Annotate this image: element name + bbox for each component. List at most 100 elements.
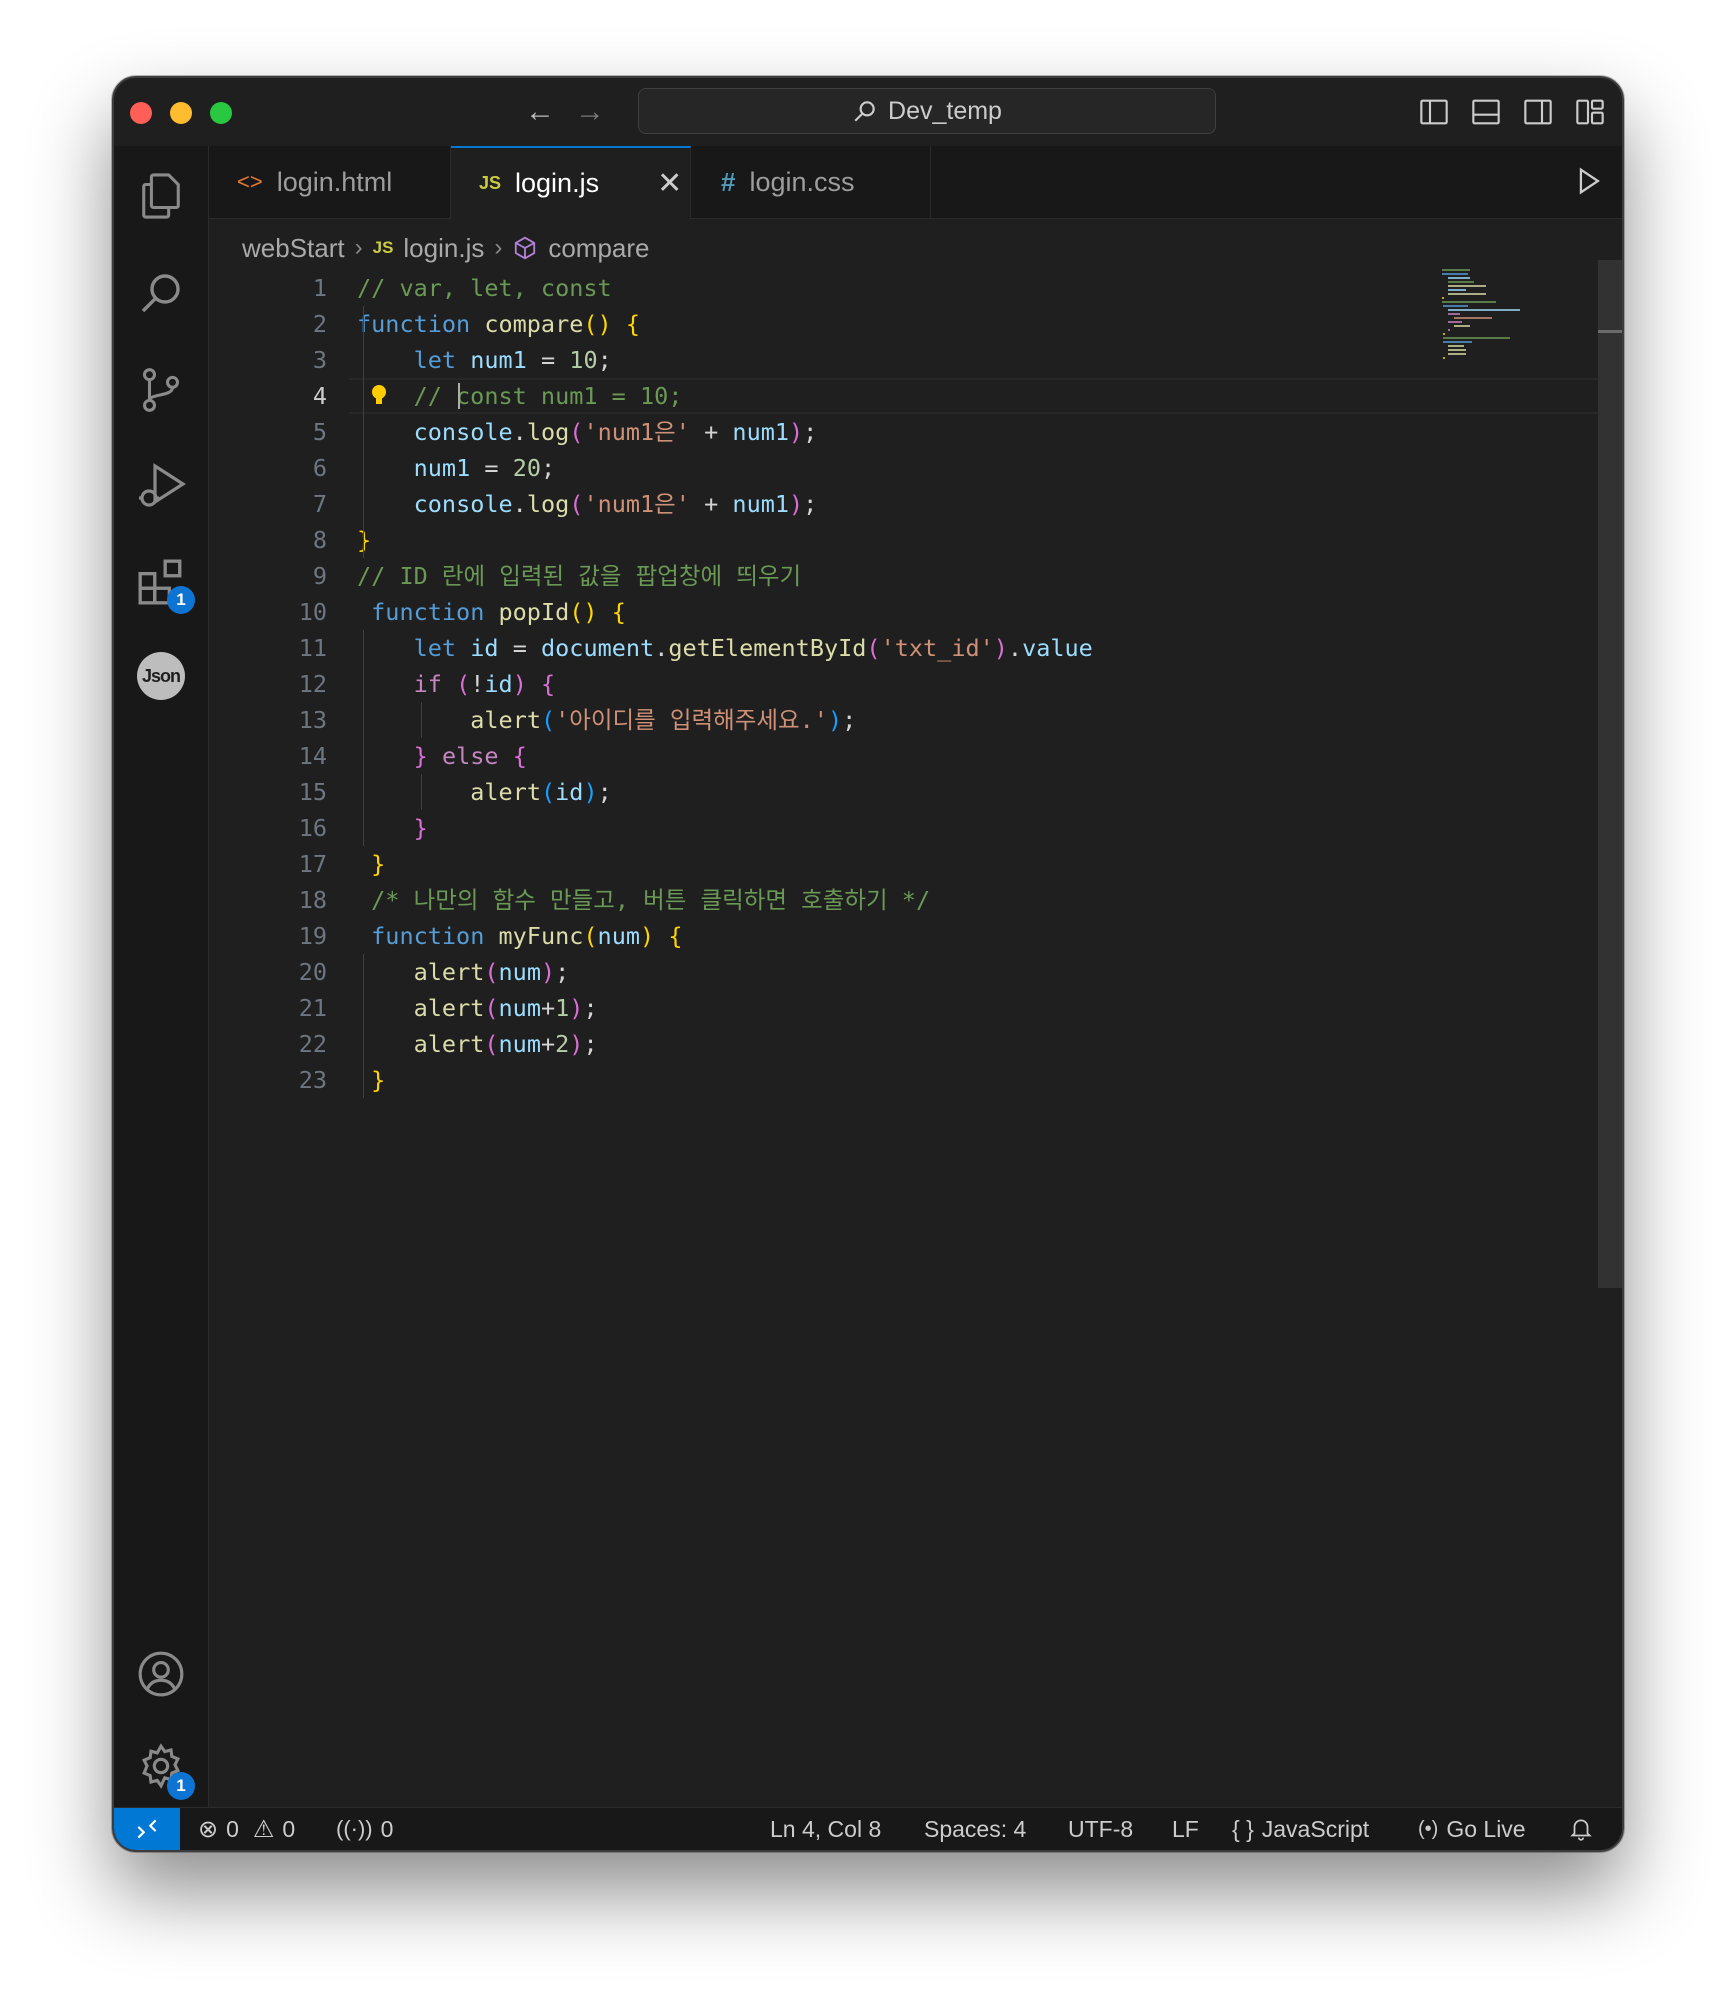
json-icon-label: Json <box>141 665 181 686</box>
run-icon[interactable] <box>1571 164 1605 198</box>
code-line[interactable]: 1 // var, let, const <box>209 270 1269 306</box>
breadcrumb-folder[interactable]: webStart <box>242 233 345 264</box>
go-live-button[interactable]: (•) Go Live <box>1418 1808 1526 1850</box>
broadcast-icon: (•) <box>1418 1817 1439 1840</box>
explorer-button[interactable] <box>133 168 189 224</box>
code-line[interactable]: 5 console.log('num1은' + num1); <box>209 414 1269 450</box>
code-text: function popId() { <box>371 598 626 626</box>
code-text: console.log('num1은' + num1); <box>413 418 818 446</box>
vertical-scrollbar-thumb[interactable] <box>1598 260 1622 1288</box>
end-of-line[interactable]: LF <box>1172 1808 1199 1850</box>
indentation[interactable]: Spaces: 4 <box>924 1808 1026 1850</box>
html-icon: <> <box>237 169 263 194</box>
minimize-window-button[interactable] <box>170 102 192 124</box>
maximize-window-button[interactable] <box>210 102 232 124</box>
code-line[interactable]: 3 let num1 = 10; <box>209 342 1269 378</box>
toggle-panel-icon[interactable] <box>1470 96 1502 128</box>
source-control-icon <box>142 368 180 412</box>
code-line[interactable]: 17 } <box>209 846 1269 882</box>
chevron-right-icon: › <box>494 234 503 261</box>
cursor-position[interactable]: Ln 4, Col 8 <box>770 1808 881 1850</box>
forward-arrow-icon[interactable]: → <box>570 92 610 132</box>
account-icon <box>138 1651 184 1697</box>
split-editor-icon[interactable] <box>1623 164 1624 198</box>
tab-login-css[interactable]: # login.css <box>691 146 931 218</box>
code-line[interactable]: 19 function myFunc(num) { <box>209 918 1269 954</box>
search-icon <box>854 101 875 122</box>
breadcrumb-file[interactable]: login.js <box>403 233 484 264</box>
code-line[interactable]: 18 /* 나만의 함수 만들고, 버튼 클릭하면 호출하기 */ <box>209 882 1269 918</box>
code-line[interactable]: 16 } <box>209 810 1269 846</box>
code-line[interactable]: 11 let id = document.getElementById('txt… <box>209 630 1269 666</box>
lightbulb-icon[interactable] <box>371 384 387 406</box>
code-line[interactable]: 22 alert(num+2); <box>209 1026 1269 1062</box>
line-number: 21 <box>298 994 327 1022</box>
activity-bar: 1 Json 1 <box>114 146 209 1810</box>
code-text: } else { <box>413 742 527 770</box>
line-number: 17 <box>298 850 327 878</box>
tab-login-js[interactable]: JS login.js ✕ <box>451 146 691 219</box>
code-text: // var, let, const <box>357 274 612 302</box>
json-extension-button[interactable]: Json <box>133 648 189 704</box>
extensions-button[interactable]: 1 <box>133 554 195 614</box>
code-text: } <box>371 1066 386 1094</box>
code-line[interactable]: 15 alert(id); <box>209 774 1269 810</box>
code-line[interactable]: 7 console.log('num1은' + num1); <box>209 486 1269 522</box>
line-number: 19 <box>298 922 327 950</box>
line-number: 13 <box>298 706 327 734</box>
tab-label: login.css <box>749 166 855 197</box>
notifications-button[interactable] <box>1568 1808 1594 1850</box>
code-line[interactable]: 20 alert(num); <box>209 954 1269 990</box>
code-text: num1 = 20; <box>413 454 556 482</box>
tab-label: login.js <box>515 168 600 198</box>
run-and-debug-button[interactable] <box>133 458 189 514</box>
command-center-search[interactable]: Dev_temp <box>638 88 1216 134</box>
language-mode[interactable]: { } JavaScript <box>1232 1808 1369 1850</box>
code-text: alert(num+1); <box>413 994 598 1022</box>
warning-count: 0 <box>282 1815 296 1842</box>
ports-indicator[interactable]: ((·)) 0 <box>336 1808 393 1850</box>
search-button[interactable] <box>133 266 189 322</box>
code-text: alert(num); <box>413 958 570 986</box>
code-text: alert(num+2); <box>413 1030 598 1058</box>
close-icon[interactable]: ✕ <box>657 166 682 201</box>
code-line[interactable]: 8} <box>209 522 1269 558</box>
js-icon: JS <box>372 238 394 257</box>
code-line[interactable]: 10 function popId() { <box>209 594 1269 630</box>
line-number: 18 <box>298 886 327 914</box>
line-number: 5 <box>312 418 327 446</box>
run-debug-icon <box>139 463 186 507</box>
code-line[interactable]: 4 // const num1 = 10; <box>209 378 1269 414</box>
code-line[interactable]: 2 function compare() { <box>209 306 1269 342</box>
code-line[interactable]: 23 } <box>209 1062 1269 1098</box>
code-line[interactable]: 12 if (!id) { <box>209 666 1269 702</box>
minimap[interactable] <box>1440 268 1550 368</box>
code-text: /* 나만의 함수 만들고, 버튼 클릭하면 호출하기 */ <box>357 886 931 914</box>
toggle-primary-sidebar-icon[interactable] <box>1418 96 1450 128</box>
indent-guide <box>363 630 364 846</box>
customize-layout-icon[interactable] <box>1574 96 1606 128</box>
encoding[interactable]: UTF-8 <box>1068 1808 1133 1850</box>
line-number: 2 <box>312 310 327 338</box>
line-number: 15 <box>298 778 327 806</box>
code-line[interactable]: 21 alert(num+1); <box>209 990 1269 1026</box>
editor-tabs: <> login.html JS login.js ✕ # login.css … <box>209 146 1622 219</box>
error-icon: ⊗ <box>198 1815 219 1843</box>
source-control-button[interactable] <box>133 362 189 418</box>
remote-indicator[interactable] <box>114 1808 180 1850</box>
tab-login-html[interactable]: <> login.html <box>209 146 451 218</box>
back-arrow-icon[interactable]: ← <box>520 92 560 132</box>
code-line[interactable]: 14 } else { <box>209 738 1269 774</box>
breadcrumb-symbol[interactable]: compare <box>548 233 649 264</box>
line-number: 9 <box>312 562 327 590</box>
accounts-button[interactable] <box>133 1646 189 1702</box>
warning-icon: ⚠ <box>252 1815 275 1843</box>
close-window-button[interactable] <box>130 102 152 124</box>
code-line[interactable]: 13 alert('아이디를 입력해주세요.'); <box>209 702 1269 738</box>
toggle-secondary-sidebar-icon[interactable] <box>1522 96 1554 128</box>
code-line[interactable]: 6 num1 = 20; <box>209 450 1269 486</box>
code-line[interactable]: 9 // ID 란에 입력된 값을 팝업창에 띄우기 <box>209 558 1269 594</box>
manage-button[interactable]: 1 <box>133 1738 195 1800</box>
problems-indicator[interactable]: ⊗ 0 ⚠ 0 <box>198 1808 295 1850</box>
line-number: 12 <box>298 670 327 698</box>
